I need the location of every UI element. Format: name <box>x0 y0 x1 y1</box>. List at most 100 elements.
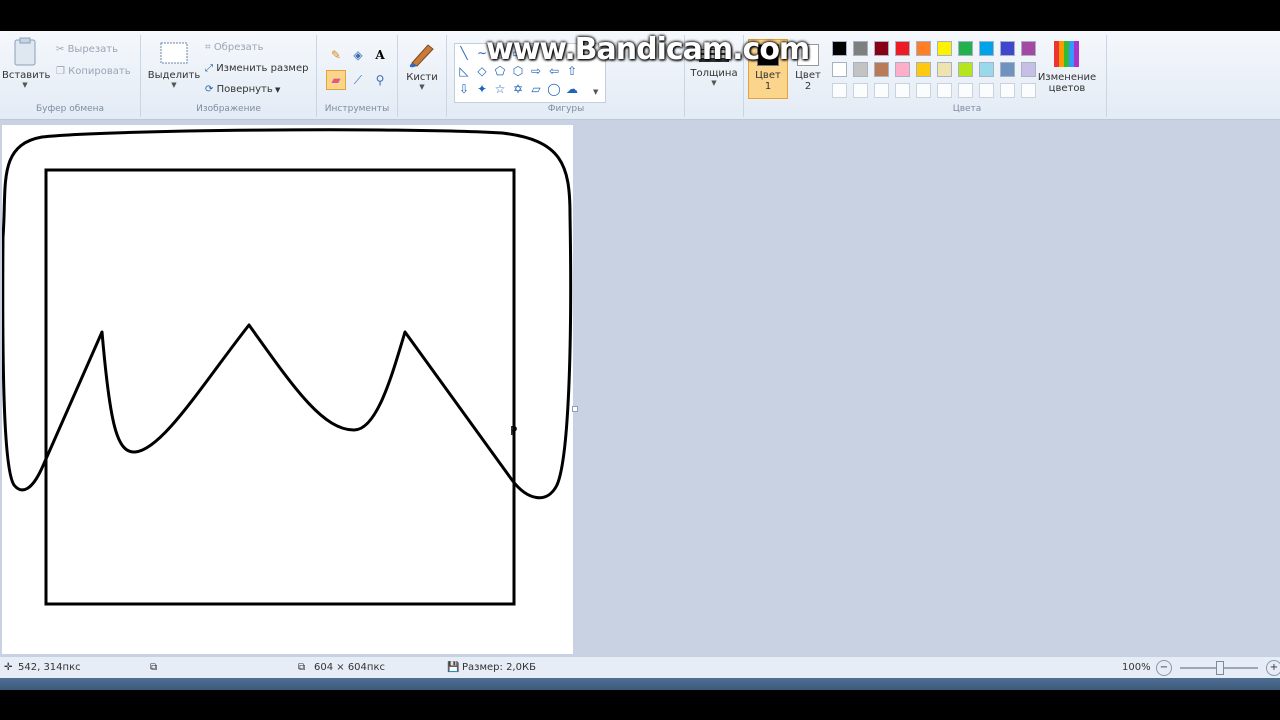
resize-button[interactable]: ⤢ Изменить размер <box>205 63 308 74</box>
callout-oval-icon[interactable]: ◯ <box>547 82 561 96</box>
copy-icon: ❐ <box>56 66 69 77</box>
color-swatch[interactable] <box>916 62 931 77</box>
color-swatch[interactable] <box>937 41 952 56</box>
selection-icon <box>160 42 188 64</box>
group-colors: Изменение цветов Цвета <box>828 35 1107 117</box>
canvas-resize-handle[interactable] <box>572 406 578 412</box>
paste-button[interactable]: Вставить ▼ <box>2 37 51 89</box>
cursor-marker: P <box>510 424 517 438</box>
clipboard-group-label: Буфер обмена <box>35 104 105 114</box>
palette-icon <box>1054 41 1079 67</box>
zoom-in-button[interactable]: + <box>1266 660 1280 676</box>
color-swatch[interactable] <box>1000 41 1015 56</box>
file-size: Размер: 2,0КБ <box>462 662 536 673</box>
scissors-icon: ✂ <box>56 44 68 55</box>
color-swatch[interactable] <box>958 62 973 77</box>
chevron-down-icon: ▼ <box>272 86 281 94</box>
title-bar <box>0 0 1280 31</box>
arrow-down-icon[interactable]: ⇩ <box>457 82 471 96</box>
workspace: P <box>0 120 1280 656</box>
crop-icon: ⌗ <box>205 42 214 53</box>
callout-cloud-icon[interactable]: ☁ <box>565 82 579 96</box>
brushes-button[interactable]: Кисти ▼ <box>402 39 442 91</box>
magnifier-icon[interactable]: ⚲ <box>370 70 390 90</box>
star4-icon[interactable]: ✦ <box>475 82 489 96</box>
shapes-group-label: Фигуры <box>547 104 585 114</box>
drawing-canvas[interactable]: P <box>1 125 573 654</box>
rotate-icon: ⟳ <box>205 84 217 95</box>
eraser-icon[interactable]: ▰ <box>326 70 346 90</box>
drawn-freeform <box>1 128 573 500</box>
color-swatch[interactable] <box>832 62 847 77</box>
resize-icon: ⤢ <box>205 63 217 74</box>
color-swatch[interactable] <box>853 41 868 56</box>
color-swatch[interactable] <box>958 41 973 56</box>
chevron-down-icon: ▼ <box>22 81 28 89</box>
color-swatch[interactable] <box>895 62 910 77</box>
image-size-icon: ⧉ <box>298 662 306 673</box>
copy-label: Копировать <box>68 66 131 77</box>
text-icon[interactable]: A <box>370 45 390 65</box>
color-swatch[interactable] <box>979 41 994 56</box>
rotate-button[interactable]: ⟳ Повернуть ▼ <box>205 84 280 95</box>
cut-label: Вырезать <box>67 44 118 55</box>
star6-icon[interactable]: ✡ <box>511 82 525 96</box>
custom-color-slot[interactable] <box>979 83 994 98</box>
custom-color-slot[interactable] <box>895 83 910 98</box>
fill-icon[interactable]: ◈ <box>348 45 368 65</box>
color2-num: 2 <box>804 81 812 92</box>
color2-label: Цвет <box>795 70 821 81</box>
custom-color-slot[interactable] <box>916 83 931 98</box>
color-swatch[interactable] <box>895 41 910 56</box>
chevron-down-icon: ▼ <box>171 81 177 89</box>
star5-icon[interactable]: ☆ <box>493 82 507 96</box>
color-swatch[interactable] <box>832 41 847 56</box>
gallery-more-icon[interactable]: ▼ <box>593 88 598 96</box>
zoom-slider[interactable] <box>1180 661 1258 675</box>
color-swatch[interactable] <box>1000 62 1015 77</box>
crop-label: Обрезать <box>213 42 264 53</box>
zoom-out-button[interactable]: − <box>1156 660 1172 676</box>
color-swatch[interactable] <box>979 62 994 77</box>
selection-size-icon: ⧉ <box>150 662 158 673</box>
custom-color-slot[interactable] <box>832 83 847 98</box>
bandicam-watermark: www.Bandicam.com <box>486 32 810 67</box>
color-swatch[interactable] <box>937 62 952 77</box>
custom-color-slot[interactable] <box>958 83 973 98</box>
brush-icon <box>409 44 434 68</box>
rotate-label: Повернуть <box>216 84 273 95</box>
edit-colors-label-1: Изменение <box>1037 72 1097 83</box>
image-size: 604 × 604пкс <box>314 662 385 673</box>
copy-button[interactable]: ❐ Копировать <box>56 66 131 77</box>
select-label: Выделить <box>147 70 201 81</box>
edit-colors-button[interactable]: Изменение цветов <box>1034 39 1100 94</box>
resize-label: Изменить размер <box>216 63 309 74</box>
custom-color-slot[interactable] <box>1000 83 1015 98</box>
group-tools: ✎ ◈ A ▰ ⟋ ⚲ Инструменты <box>317 35 398 117</box>
line-icon[interactable]: ╲ <box>457 46 471 60</box>
custom-color-slot[interactable] <box>874 83 889 98</box>
chevron-down-icon: ▼ <box>711 79 717 87</box>
crop-button[interactable]: ⌗ Обрезать <box>205 42 264 53</box>
brushes-label: Кисти <box>406 72 438 83</box>
cursor-position-icon: ✛ <box>4 662 13 673</box>
pencil-icon[interactable]: ✎ <box>326 45 346 65</box>
zoom-slider-thumb[interactable] <box>1216 661 1224 675</box>
tools-group-label: Инструменты <box>324 104 390 114</box>
custom-color-slot[interactable] <box>937 83 952 98</box>
size-label: Толщина <box>690 68 738 79</box>
paste-label: Вставить <box>2 70 51 81</box>
color-swatch[interactable] <box>874 62 889 77</box>
status-bar: ✛ 542, 314пкс ⧉ ⧉ 604 × 604пкс 💾 Размер:… <box>0 656 1280 679</box>
color-swatch[interactable] <box>874 41 889 56</box>
color-picker-icon[interactable]: ⟋ <box>348 70 368 90</box>
cut-button[interactable]: ✂ Вырезать <box>56 44 118 55</box>
color-swatch[interactable] <box>853 62 868 77</box>
triangle-icon[interactable]: ◺ <box>457 64 471 78</box>
callout-rect-icon[interactable]: ▱ <box>529 82 543 96</box>
group-clipboard: Вставить ▼ ✂ Вырезать ❐ Копировать Буфер… <box>0 35 141 117</box>
custom-color-slot[interactable] <box>853 83 868 98</box>
chevron-down-icon: ▼ <box>419 83 425 91</box>
select-button[interactable]: Выделить ▼ <box>147 41 201 89</box>
color-swatch[interactable] <box>916 41 931 56</box>
